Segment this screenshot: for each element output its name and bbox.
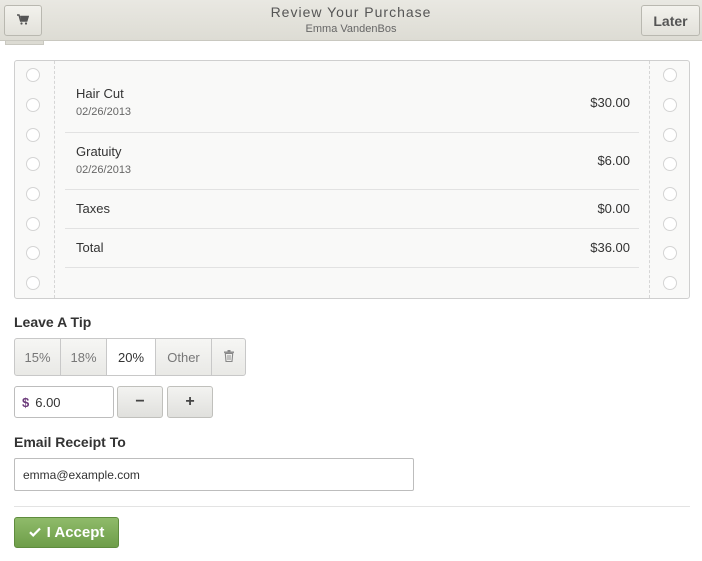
line-item-name: Gratuity [76,144,122,159]
tip-amount-field[interactable]: $ [14,386,114,418]
increase-tip-button[interactable]: + [167,386,213,418]
total-amount: $36.00 [590,240,630,255]
decrease-tip-button[interactable]: − [117,386,163,418]
tip-option-20[interactable]: 20% [107,339,156,375]
perforation-hole [663,157,677,171]
perforation-hole [663,187,677,201]
perforation-hole [663,276,677,290]
later-button[interactable]: Later [641,5,700,36]
top-bar: Review Your Purchase Emma VandenBos Late… [0,0,702,45]
line-item: Taxes $0.00 [65,190,639,229]
customer-name: Emma VandenBos [305,23,397,35]
line-item-amount: $0.00 [597,201,630,216]
perforation-hole [26,128,40,142]
tip-option-other[interactable]: Other [156,339,212,375]
tip-options: 15% 18% 20% Other [14,338,246,376]
title-block: Review Your Purchase Emma VandenBos [0,4,702,35]
tip-label: Leave A Tip [14,314,92,330]
divider [14,506,690,507]
line-item: Hair Cut 02/26/2013 $30.00 [65,61,639,133]
clear-tip-button[interactable] [212,339,245,375]
perforation-hole [26,276,40,290]
currency-symbol: $ [22,394,30,410]
perforation-hole [26,187,40,201]
trash-icon [223,349,234,365]
perforation-hole [663,217,677,231]
perforation-hole [663,128,677,142]
total-row: Total $36.00 [65,229,639,268]
perforation-hole [26,68,40,82]
line-item-amount: $6.00 [597,153,630,168]
accept-button[interactable]: I Accept [14,517,119,548]
checkmark-icon [28,524,41,541]
perforation-hole [26,98,40,112]
line-item: Gratuity 02/26/2013 $6.00 [65,133,639,190]
line-item-name: Hair Cut [76,86,124,101]
tab-indicator [5,41,44,45]
line-item-amount: $30.00 [590,95,630,110]
email-label: Email Receipt To [14,434,126,450]
tip-option-15[interactable]: 15% [15,339,61,375]
perforation-hole [663,246,677,260]
receipt-ticket: Hair Cut 02/26/2013 $30.00 Gratuity 02/2… [14,60,690,299]
accept-label: I Accept [46,524,105,541]
perforation-hole [26,217,40,231]
email-input[interactable] [14,458,414,491]
perforation-hole [663,98,677,112]
left-perforation [15,61,55,298]
page-title: Review Your Purchase [270,4,432,20]
tip-option-18[interactable]: 18% [61,339,107,375]
total-label: Total [76,240,104,255]
perforation-hole [26,246,40,260]
tip-amount-input[interactable] [35,394,96,410]
perforation-hole [26,157,40,171]
right-perforation [649,61,689,298]
receipt-lines: Hair Cut 02/26/2013 $30.00 Gratuity 02/2… [65,61,639,268]
line-item-date: 02/26/2013 [76,164,132,176]
line-item-name: Taxes [76,201,110,216]
line-item-date: 02/26/2013 [76,106,132,118]
perforation-hole [663,68,677,82]
